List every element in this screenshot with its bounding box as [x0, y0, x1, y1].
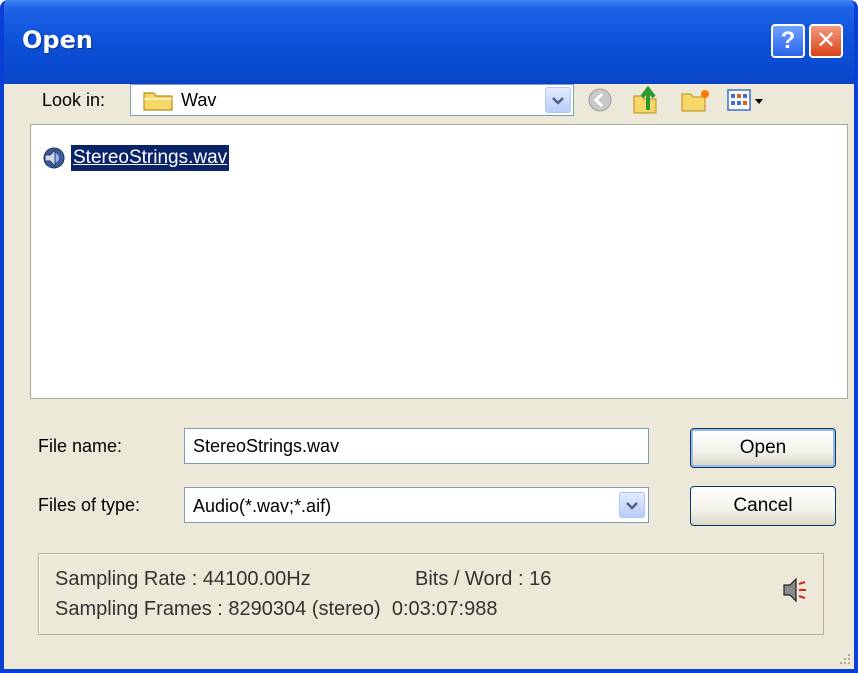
files-of-type-dropdown-arrow[interactable]	[619, 492, 645, 518]
dialog-title: Open	[22, 26, 93, 54]
folder-icon	[143, 89, 175, 116]
open-dialog: Open ? ✕ Look in: Wav StereoStrings.wav …	[0, 0, 858, 673]
look-in-combo[interactable]: Wav	[130, 84, 574, 116]
look-in-value: Wav	[181, 90, 217, 110]
cancel-button[interactable]: Cancel	[690, 486, 836, 526]
look-in-dropdown-arrow[interactable]	[545, 87, 571, 113]
view-menu-icon[interactable]	[726, 86, 766, 119]
close-button[interactable]: ✕	[809, 24, 843, 58]
sampling-rate-text: Sampling Rate : 44100.00Hz	[55, 568, 311, 590]
bits-per-word-text: Bits / Word : 16	[415, 568, 552, 590]
look-in-label: Look in:	[42, 90, 106, 110]
open-button[interactable]: Open	[690, 428, 836, 468]
resize-grip-icon[interactable]	[836, 650, 852, 669]
files-of-type-select[interactable]: Audio(*.wav;*.aif)	[184, 487, 649, 523]
file-name-label: File name:	[38, 436, 123, 456]
new-folder-icon[interactable]	[680, 86, 712, 119]
file-name-value: StereoStrings.wav	[193, 436, 340, 456]
sampling-frames-text: Sampling Frames : 8290304 (stereo) 0:03:…	[55, 598, 498, 620]
speaker-icon[interactable]	[776, 572, 812, 608]
up-folder-icon[interactable]	[630, 84, 662, 121]
audio-file-icon	[41, 147, 67, 174]
help-button[interactable]: ?	[771, 24, 805, 58]
file-list[interactable]: StereoStrings.wav	[30, 124, 848, 399]
file-name-input[interactable]: StereoStrings.wav	[184, 428, 649, 464]
dialog-body: Look in: Wav StereoStrings.wav File name…	[4, 84, 854, 669]
audio-info-panel: Sampling Rate : 44100.00Hz Bits / Word :…	[38, 553, 824, 635]
files-of-type-label: Files of type:	[38, 495, 141, 515]
back-icon[interactable]	[586, 86, 614, 119]
file-item-label[interactable]: StereoStrings.wav	[71, 145, 230, 171]
title-bar[interactable]: Open ? ✕	[4, 0, 854, 84]
files-of-type-value: Audio(*.wav;*.aif)	[193, 496, 332, 516]
